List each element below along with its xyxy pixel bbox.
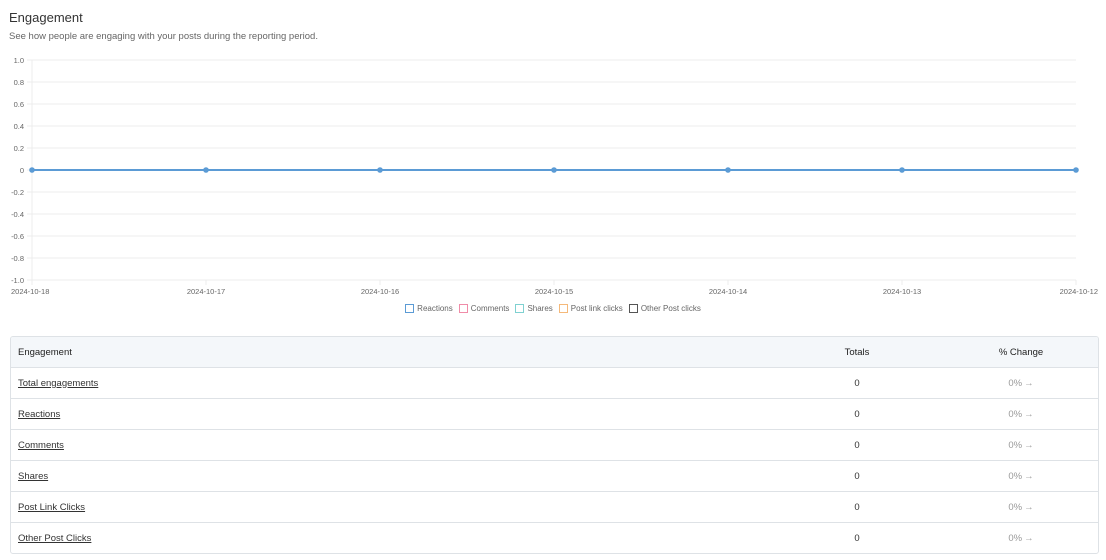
- chart-legend: Reactions Comments Shares Post link clicks O…: [0, 304, 1106, 313]
- legend-swatch: [405, 304, 415, 313]
- change-value: 0%: [1008, 532, 1023, 544]
- row-link[interactable]: Shares: [18, 471, 48, 482]
- legend-item-post-link-clicks[interactable]: Post link clicks: [558, 304, 623, 313]
- row-change: 0% →: [944, 429, 1098, 461]
- row-total: 0: [770, 460, 944, 492]
- row-link[interactable]: Comments: [18, 440, 64, 451]
- table-row: Shares 0 0% →: [11, 460, 1098, 492]
- engagement-table: Engagement Totals % Change Total engagem…: [10, 336, 1099, 554]
- legend-label: Comments: [470, 304, 510, 313]
- header-change: % Change: [944, 337, 1098, 368]
- y-tick-label: 0.8: [14, 78, 24, 87]
- row-total: 0: [770, 491, 944, 523]
- row-link[interactable]: Other Post Clicks: [18, 533, 91, 544]
- arrow-right-icon: →: [1024, 532, 1034, 544]
- y-tick-label: -1.0: [11, 276, 24, 285]
- legend-swatch: [558, 304, 568, 313]
- legend-swatch: [628, 304, 638, 313]
- legend-label: Other Post clicks: [640, 304, 701, 313]
- data-point[interactable]: [377, 167, 383, 173]
- row-change: 0% →: [944, 460, 1098, 492]
- table-row: Other Post Clicks 0 0% →: [11, 523, 1098, 554]
- y-tick-label: 1.0: [14, 56, 24, 65]
- arrow-right-icon: →: [1024, 408, 1034, 420]
- data-point[interactable]: [899, 167, 905, 173]
- engagement-line-chart: 1.0 0.8 0.6 0.4 0.2 0 -0.2 -0.4 -0.6 -0.8 -1.0 2024…: [11, 56, 1098, 296]
- row-label-cell: Comments: [11, 429, 770, 461]
- data-point[interactable]: [725, 167, 731, 173]
- arrow-right-icon: →: [1024, 377, 1034, 389]
- data-point[interactable]: [1073, 167, 1079, 173]
- section-subtitle: See how people are engaging with your po…: [9, 31, 318, 42]
- legend-swatch: [458, 304, 468, 313]
- legend-label: Shares: [527, 304, 553, 313]
- arrow-right-icon: →: [1024, 470, 1034, 482]
- arrow-right-icon: →: [1024, 439, 1034, 451]
- legend-item-other-post-clicks[interactable]: Other Post clicks: [628, 304, 701, 313]
- row-change: 0% →: [944, 491, 1098, 523]
- change-value: 0%: [1008, 439, 1023, 451]
- header-totals: Totals: [770, 337, 944, 368]
- x-tick-label: 2024-10-14: [709, 287, 747, 296]
- row-label-cell: Reactions: [11, 398, 770, 430]
- data-point[interactable]: [551, 167, 557, 173]
- row-label-cell: Other Post Clicks: [11, 523, 770, 554]
- y-tick-label: 0.2: [14, 144, 24, 153]
- table-row: Reactions 0 0% →: [11, 398, 1098, 430]
- row-link[interactable]: Total engagements: [18, 378, 98, 389]
- row-total: 0: [854, 532, 860, 544]
- y-tick-label: -0.2: [11, 188, 24, 197]
- table-header-row: Engagement Totals % Change: [11, 337, 1098, 368]
- row-change: 0% →: [944, 523, 1098, 554]
- x-tick-label: 2024-10-18: [11, 287, 49, 296]
- x-tick-label: 2024-10-17: [187, 287, 225, 296]
- row-total: 0: [770, 429, 944, 461]
- y-tick-label: -0.6: [11, 232, 24, 241]
- table-row: Post Link Clicks 0 0% →: [11, 491, 1098, 523]
- row-total: 0: [770, 398, 944, 430]
- change-value: 0%: [1008, 501, 1023, 513]
- legend-label: Post link clicks: [570, 304, 623, 313]
- row-label-cell: Total engagements: [11, 367, 770, 399]
- legend-item-comments[interactable]: Comments: [458, 304, 510, 313]
- row-change: 0% →: [944, 367, 1098, 399]
- change-value: 0%: [1008, 470, 1023, 482]
- table-row: Comments 0 0% →: [11, 429, 1098, 461]
- arrow-right-icon: →: [1024, 501, 1034, 513]
- x-tick-label: 2024-10-16: [361, 287, 399, 296]
- row-label-cell: Post Link Clicks: [11, 491, 770, 523]
- legend-item-reactions[interactable]: Reactions: [405, 304, 453, 313]
- y-tick-label: -0.4: [11, 210, 24, 219]
- y-tick-label: 0.6: [14, 100, 24, 109]
- row-link[interactable]: Post Link Clicks: [18, 502, 85, 513]
- row-total: 0: [770, 367, 944, 399]
- y-tick-label: 0: [20, 166, 24, 175]
- row-label-cell: Shares: [11, 460, 770, 492]
- header-engagement: Engagement: [11, 337, 770, 368]
- x-tick-label: 2024-10-12: [1060, 287, 1098, 296]
- legend-swatch: [515, 304, 525, 313]
- y-tick-label: 0.4: [14, 122, 24, 131]
- x-tick-label: 2024-10-13: [883, 287, 921, 296]
- data-point[interactable]: [29, 167, 35, 173]
- change-value: 0%: [1008, 377, 1023, 389]
- y-tick-label: -0.8: [11, 254, 24, 263]
- x-tick-label: 2024-10-15: [535, 287, 573, 296]
- row-link[interactable]: Reactions: [18, 409, 60, 420]
- section-title: Engagement: [9, 10, 83, 25]
- legend-label: Reactions: [417, 304, 453, 313]
- row-change: 0% →: [944, 398, 1098, 430]
- legend-item-shares[interactable]: Shares: [515, 304, 553, 313]
- table-row: Total engagements 0 0% →: [11, 367, 1098, 399]
- change-value: 0%: [1008, 408, 1023, 420]
- data-point[interactable]: [203, 167, 209, 173]
